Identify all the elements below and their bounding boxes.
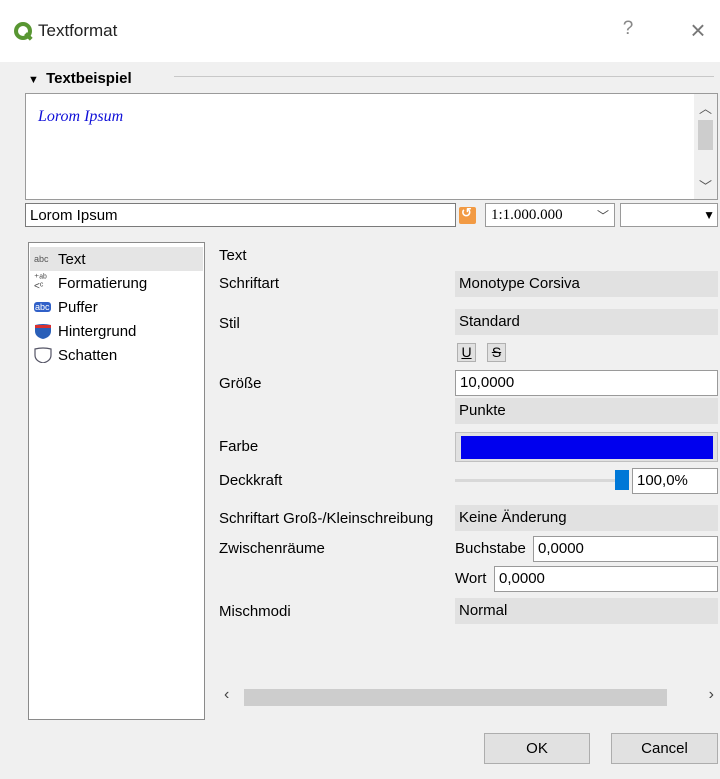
preview-scrollbar[interactable]: ︿ ﹀ (694, 94, 717, 199)
color-button[interactable] (455, 432, 718, 462)
collapse-triangle-icon: ▼ (28, 74, 39, 86)
chevron-down-icon: ﹀ (596, 209, 609, 223)
font-select[interactable]: Monotype Corsiva (455, 271, 718, 297)
shadow-icon (34, 347, 56, 363)
cancel-button[interactable]: Cancel (611, 733, 718, 764)
letter-spacing-input[interactable]: 0,0000 (533, 536, 718, 562)
color-swatch (461, 436, 713, 459)
underline-button[interactable]: U (457, 343, 476, 362)
section-heading-text: Text (219, 247, 247, 264)
word-spacing-label: Wort (455, 570, 487, 587)
style-select[interactable]: Standard (455, 309, 718, 335)
horizontal-scroll-thumb[interactable] (244, 689, 667, 706)
close-button[interactable]: × (686, 17, 710, 44)
nav-item-label: Text (58, 250, 86, 268)
background-shield-icon (34, 323, 56, 339)
nav-item-label: Schatten (58, 346, 118, 364)
blend-mode-select[interactable]: Normal (455, 598, 718, 624)
preview-text: Lorom Ipsum (38, 108, 124, 125)
ok-button[interactable]: OK (484, 733, 590, 764)
scale-value: 1:1.000.000 (491, 207, 563, 223)
extent-combo[interactable]: ▼ (620, 203, 718, 227)
text-preview: Lorom Ipsum ︿ ﹀ (25, 93, 718, 200)
scroll-up-icon[interactable]: ︿ (694, 98, 717, 117)
scale-combo[interactable]: 1:1.000.000 ﹀ (485, 203, 615, 227)
reset-sample-icon[interactable] (459, 205, 476, 224)
opacity-slider-handle[interactable] (615, 470, 629, 490)
case-select[interactable]: Keine Änderung (455, 505, 718, 531)
color-label: Farbe (219, 438, 259, 455)
nav-item-text[interactable]: abc Text (30, 247, 203, 271)
strikethrough-button[interactable]: S (487, 343, 506, 362)
nav-item-label: Formatierung (58, 274, 148, 292)
help-button[interactable]: ? (618, 18, 638, 44)
dialog-body: ▼ Textbeispiel Lorom Ipsum ︿ ﹀ Lorom Ips… (0, 62, 720, 779)
sample-text-input[interactable]: Lorom Ipsum (25, 203, 456, 227)
font-label: Schriftart (219, 275, 280, 292)
scroll-thumb[interactable] (698, 120, 713, 150)
formatting-icon: ⁺ᵃᵇ <ᶜ (34, 273, 47, 292)
nav-item-label: Hintergrund (58, 322, 137, 340)
nav-item-shadow[interactable]: Schatten (30, 343, 203, 367)
scroll-left-icon[interactable]: ‹ (224, 686, 229, 704)
nav-item-buffer[interactable]: abc Puffer (30, 295, 203, 319)
size-label: Größe (219, 375, 262, 392)
dropdown-arrow-icon: ▼ (703, 208, 715, 222)
opacity-slider-track[interactable] (455, 479, 625, 482)
opacity-label: Deckkraft (219, 472, 283, 489)
letter-spacing-label: Buchstabe (455, 540, 526, 557)
sample-section-header[interactable]: ▼ Textbeispiel (28, 70, 132, 87)
spacing-label: Zwischenräume (219, 540, 325, 557)
opacity-input[interactable]: 100,0% (632, 468, 718, 494)
scroll-right-icon[interactable]: › (709, 686, 714, 704)
title-bar: Textformat ? × (0, 0, 720, 62)
section-divider (174, 76, 714, 77)
sample-section-label: Textbeispiel (46, 70, 132, 87)
settings-nav-list: abc Text ⁺ᵃᵇ <ᶜ Formatierung abc Puffer H… (28, 242, 205, 720)
nav-item-label: Puffer (58, 298, 98, 316)
horizontal-scrollbar[interactable]: ‹ › (216, 686, 718, 708)
style-label: Stil (219, 315, 240, 332)
abc-text-icon: abc (34, 254, 49, 264)
window-title: Textformat (38, 21, 118, 40)
qgis-logo-icon (14, 22, 33, 41)
nav-item-formatting[interactable]: ⁺ᵃᵇ <ᶜ Formatierung (30, 271, 203, 295)
size-input[interactable]: 10,0000 (455, 370, 718, 396)
buffer-icon: abc (34, 302, 51, 312)
blend-mode-label: Mischmodi (219, 603, 291, 620)
scroll-down-icon[interactable]: ﹀ (694, 176, 717, 195)
word-spacing-input[interactable]: 0,0000 (494, 566, 718, 592)
unit-select[interactable]: Punkte (455, 398, 718, 424)
case-label: Schriftart Groß-/Kleinschreibung (219, 510, 434, 527)
nav-item-background[interactable]: Hintergrund (30, 319, 203, 343)
